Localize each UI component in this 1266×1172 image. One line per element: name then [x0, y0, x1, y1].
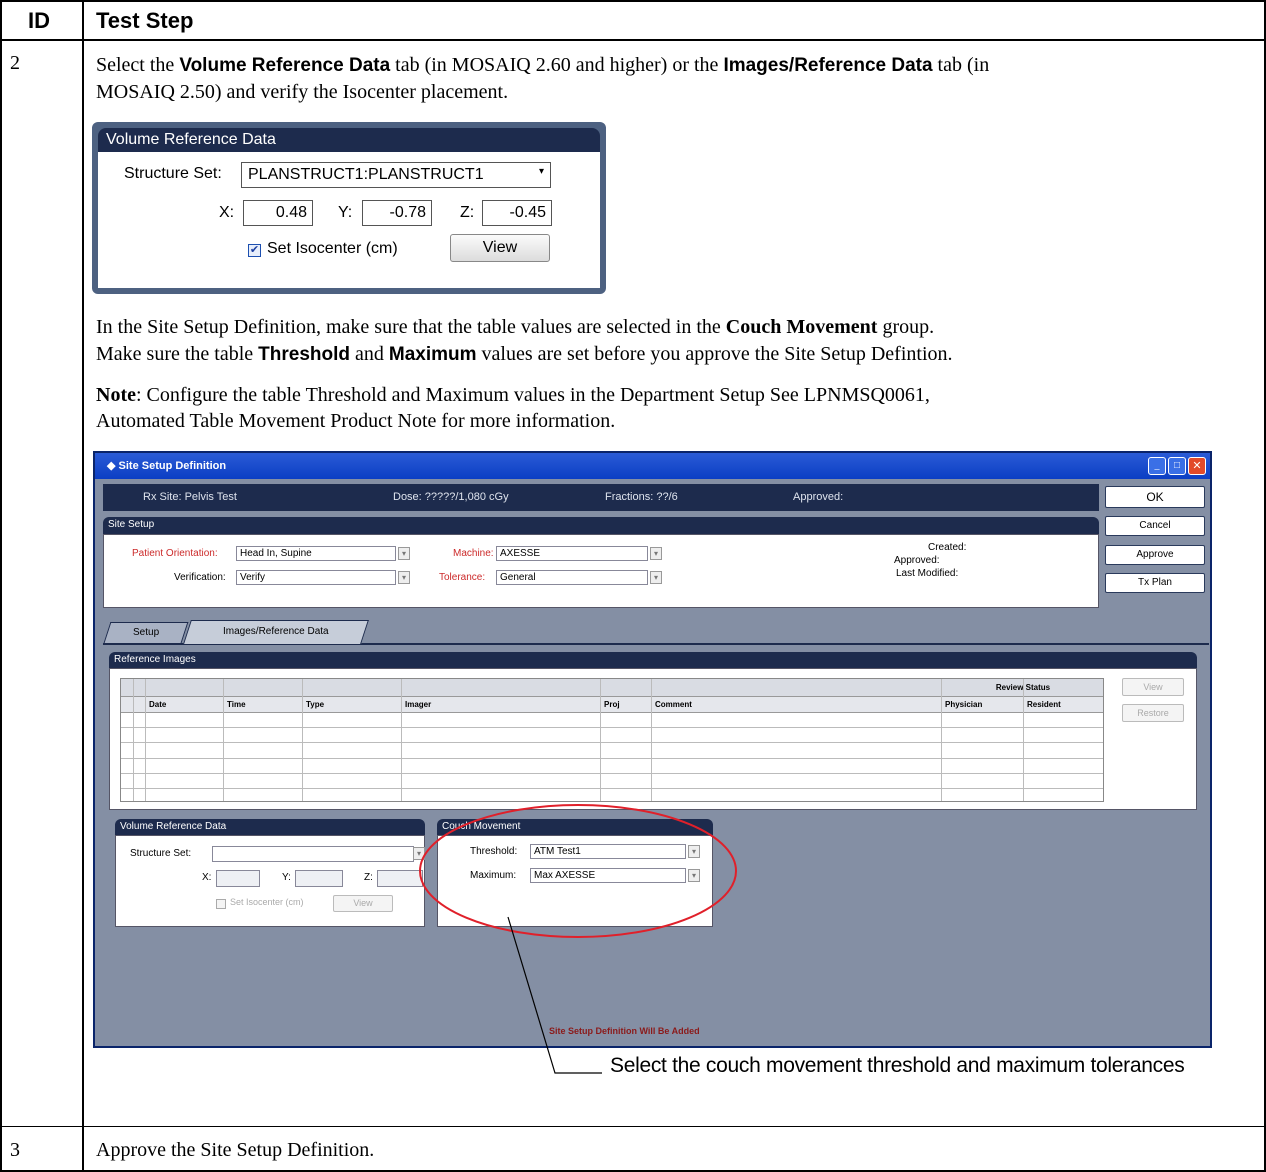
- highlight-ellipse: [419, 804, 737, 938]
- callout-annotation: [419, 804, 737, 1074]
- callout-line: [507, 916, 602, 1074]
- callout-text: Select the couch movement threshold and …: [610, 1054, 1185, 1077]
